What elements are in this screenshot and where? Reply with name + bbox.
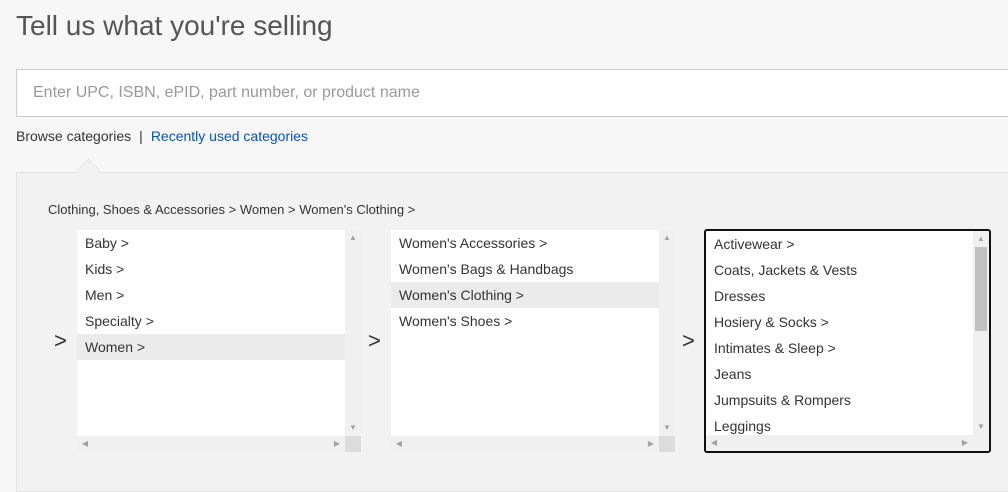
scroll-left-icon[interactable]: ◀ (77, 440, 93, 448)
scroll-down-icon[interactable]: ▼ (659, 424, 675, 432)
list-item[interactable]: Baby > (77, 230, 361, 256)
column-arrow-1: > (54, 328, 67, 353)
category-list-level-3[interactable]: Activewear > Coats, Jackets & Vests Dres… (704, 229, 991, 453)
search-field[interactable] (16, 69, 1008, 117)
scroll-up-icon[interactable]: ▲ (973, 235, 989, 243)
list-item[interactable]: Women's Accessories > (391, 230, 675, 256)
breadcrumb: Clothing, Shoes & Accessories > Women > … (48, 202, 416, 217)
vertical-scrollbar[interactable]: ▲ ▼ (659, 230, 675, 436)
list-item[interactable]: Specialty > (77, 308, 361, 334)
horizontal-scrollbar[interactable]: ◀ ▶ (77, 436, 345, 452)
search-input[interactable] (17, 70, 1008, 116)
scroll-left-icon[interactable]: ◀ (391, 440, 407, 448)
vertical-scrollbar[interactable]: ▲ ▼ (973, 231, 989, 435)
column-arrow-3: > (682, 328, 695, 353)
link-separator: | (139, 128, 143, 144)
list-item[interactable]: Jumpsuits & Rompers (706, 387, 989, 413)
scroll-up-icon[interactable]: ▲ (659, 234, 675, 242)
list-item[interactable]: Dresses (706, 283, 989, 309)
category-list-level-1[interactable]: Baby > Kids > Men > Specialty > Women > … (77, 230, 361, 452)
list-item[interactable]: Women's Shoes > (391, 308, 675, 334)
scrollbar-corner (345, 436, 361, 452)
scroll-right-icon[interactable]: ▶ (957, 439, 973, 447)
list-item[interactable]: Men > (77, 282, 361, 308)
scrollbar-thumb[interactable] (975, 247, 987, 331)
scroll-right-icon[interactable]: ▶ (643, 440, 659, 448)
list-item-selected[interactable]: Women > (77, 334, 361, 360)
scrollbar-corner (973, 435, 989, 451)
list-item[interactable]: Intimates & Sleep > (706, 335, 989, 361)
list-item[interactable]: Activewear > (706, 231, 989, 257)
list-item[interactable]: Hosiery & Socks > (706, 309, 989, 335)
category-links: Browse categories | Recently used categori… (16, 128, 308, 144)
column-arrow-2: > (368, 328, 381, 353)
browse-categories-tab[interactable]: Browse categories (16, 128, 131, 144)
list-item[interactable]: Coats, Jackets & Vests (706, 257, 989, 283)
scroll-left-icon[interactable]: ◀ (706, 439, 722, 447)
vertical-scrollbar[interactable]: ▲ ▼ (345, 230, 361, 436)
list-item[interactable]: Jeans (706, 361, 989, 387)
list-item[interactable]: Women's Bags & Handbags (391, 256, 675, 282)
scroll-down-icon[interactable]: ▼ (345, 424, 361, 432)
horizontal-scrollbar[interactable]: ◀ ▶ (706, 435, 973, 451)
scrollbar-corner (659, 436, 675, 452)
recently-used-categories-link[interactable]: Recently used categories (151, 128, 308, 144)
horizontal-scrollbar[interactable]: ◀ ▶ (391, 436, 659, 452)
list-item[interactable]: Kids > (77, 256, 361, 282)
scroll-up-icon[interactable]: ▲ (345, 234, 361, 242)
scroll-right-icon[interactable]: ▶ (329, 440, 345, 448)
page-title: Tell us what you're selling (16, 10, 333, 41)
list-item-selected[interactable]: Women's Clothing > (391, 282, 675, 308)
category-list-level-2[interactable]: Women's Accessories > Women's Bags & Han… (391, 230, 675, 452)
scroll-down-icon[interactable]: ▼ (973, 423, 989, 431)
